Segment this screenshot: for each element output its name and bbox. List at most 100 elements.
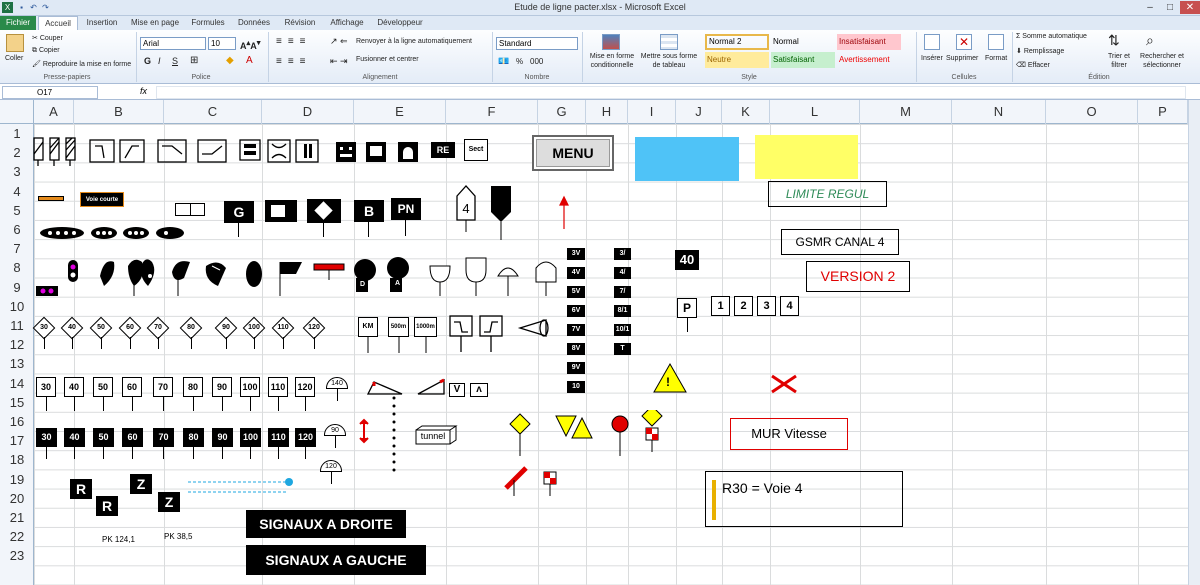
yellow-rectangle [755, 135, 858, 179]
pole [163, 447, 164, 459]
red-arrow-icon [559, 195, 569, 229]
speed-black-sign: 70 [153, 428, 174, 447]
signaux-gauche-button[interactable]: SIGNAUX A GAUCHE [246, 545, 426, 575]
speed-diamond-label: 30 [40, 324, 48, 331]
note-text: R30 = Voie 4 [722, 480, 803, 496]
speed-diamond-label: 40 [68, 324, 76, 331]
speed-diamond: 120 [302, 316, 326, 340]
z-sign-1: Z [130, 474, 152, 494]
speed-black-sign: 40 [64, 428, 85, 447]
orange-bar [38, 196, 64, 201]
pn-sign: PN [391, 198, 421, 220]
pentagon-signs: 4 [456, 185, 511, 240]
sign-poles [367, 337, 427, 353]
tunnel-label: tunnel [420, 431, 446, 441]
voie-tag: 7V [567, 324, 585, 336]
speed-black-sign: 100 [240, 428, 261, 447]
pole [222, 447, 223, 459]
speed-diamond: 110 [271, 316, 295, 340]
note-accent [712, 480, 716, 520]
pole [278, 397, 279, 411]
round-speed-sign: 140 [326, 377, 348, 389]
diamond-sign [307, 199, 341, 223]
speed-box: 110 [268, 377, 288, 397]
speed-diamond-label: 90 [222, 324, 230, 331]
pole [337, 389, 338, 401]
red-double-arrow-icon [359, 418, 369, 444]
speed-box: 70 [153, 377, 173, 397]
mur-vitesse-box: MUR Vitesse [730, 418, 848, 450]
speed-box: 30 [36, 377, 56, 397]
a-label: A [395, 280, 401, 287]
speed-diamond-label: 50 [97, 324, 105, 331]
km-sign: KM [358, 317, 378, 337]
switch-box-3 [157, 139, 187, 163]
pole [74, 397, 75, 411]
speed-diamond: 80 [179, 316, 203, 340]
speed-box: 100 [240, 377, 260, 397]
number-box: 1 [711, 296, 730, 316]
number-box: 3 [757, 296, 776, 316]
z-sign-2: Z [158, 492, 180, 512]
forty-sign: 40 [675, 250, 699, 270]
speed-box: 120 [295, 377, 315, 397]
speed-black-sign: 110 [268, 428, 289, 447]
fraction-tag: 8/1 [614, 305, 631, 317]
g-sign: G [224, 201, 254, 223]
pole [103, 397, 104, 411]
speed-diamond-label: 80 [187, 324, 195, 331]
signal-arch [398, 142, 418, 162]
speed-diamond-label: 110 [277, 324, 289, 331]
pole [193, 397, 194, 411]
voie-tag: 5V [567, 286, 585, 298]
double-box [175, 203, 205, 216]
speed-diamond: 30 [32, 316, 56, 340]
pole [44, 337, 45, 349]
pole [368, 222, 369, 237]
voie-tag: 9V [567, 362, 585, 374]
r-sign-2: R [96, 496, 118, 516]
voie-tag: 6V [567, 305, 585, 317]
pole [132, 397, 133, 411]
pentagon-four: 4 [462, 201, 469, 216]
speed-diamond: 90 [214, 316, 238, 340]
fraction-tag: 10/1 [614, 324, 631, 336]
speed-diamond-label: 60 [126, 324, 134, 331]
speed-box: 60 [122, 377, 142, 397]
pole [305, 397, 306, 411]
fraction-tag: 3/ [614, 248, 631, 260]
pole [323, 223, 324, 237]
speed-diamond: 40 [60, 316, 84, 340]
round-speed-sign: 90 [324, 424, 346, 436]
speed-black-sign: 30 [36, 428, 57, 447]
speed-black-sign: 60 [122, 428, 143, 447]
speed-diamond: 60 [118, 316, 142, 340]
fraction-tag: 7/ [614, 286, 631, 298]
speed-diamond: 70 [146, 316, 170, 340]
number-box: 2 [734, 296, 753, 316]
voie-tag: 4V [567, 267, 585, 279]
menu-button[interactable]: MENU [532, 135, 614, 171]
speed-box: 40 [64, 377, 84, 397]
pole [331, 472, 332, 484]
speed-black-sign: 120 [295, 428, 316, 447]
red-cross-icon [771, 374, 797, 394]
pole [335, 436, 336, 448]
pole [222, 397, 223, 411]
signal-face-1 [336, 142, 356, 162]
voie-tag: 8V [567, 343, 585, 355]
signaux-droite-button[interactable]: SIGNAUX A DROITE [246, 510, 406, 538]
pole [238, 223, 239, 237]
limite-regul-box: LIMITE REGUL [768, 181, 887, 207]
pole [193, 447, 194, 459]
switch-signs-row-11 [449, 315, 549, 352]
500m-sign: 500m [388, 317, 409, 337]
voie-tag: 10 [567, 381, 585, 393]
switch-box-1 [89, 139, 115, 163]
speed-box: 90 [212, 377, 232, 397]
drawing-layer: RE Sect MENU LIMITE REGUL GSMR CANAL 4 V… [0, 0, 1200, 585]
d-label: D [360, 281, 366, 288]
pole [226, 337, 227, 349]
speed-diamond-label: 120 [308, 324, 320, 331]
pk-label-2: PK 38,5 [164, 532, 193, 541]
